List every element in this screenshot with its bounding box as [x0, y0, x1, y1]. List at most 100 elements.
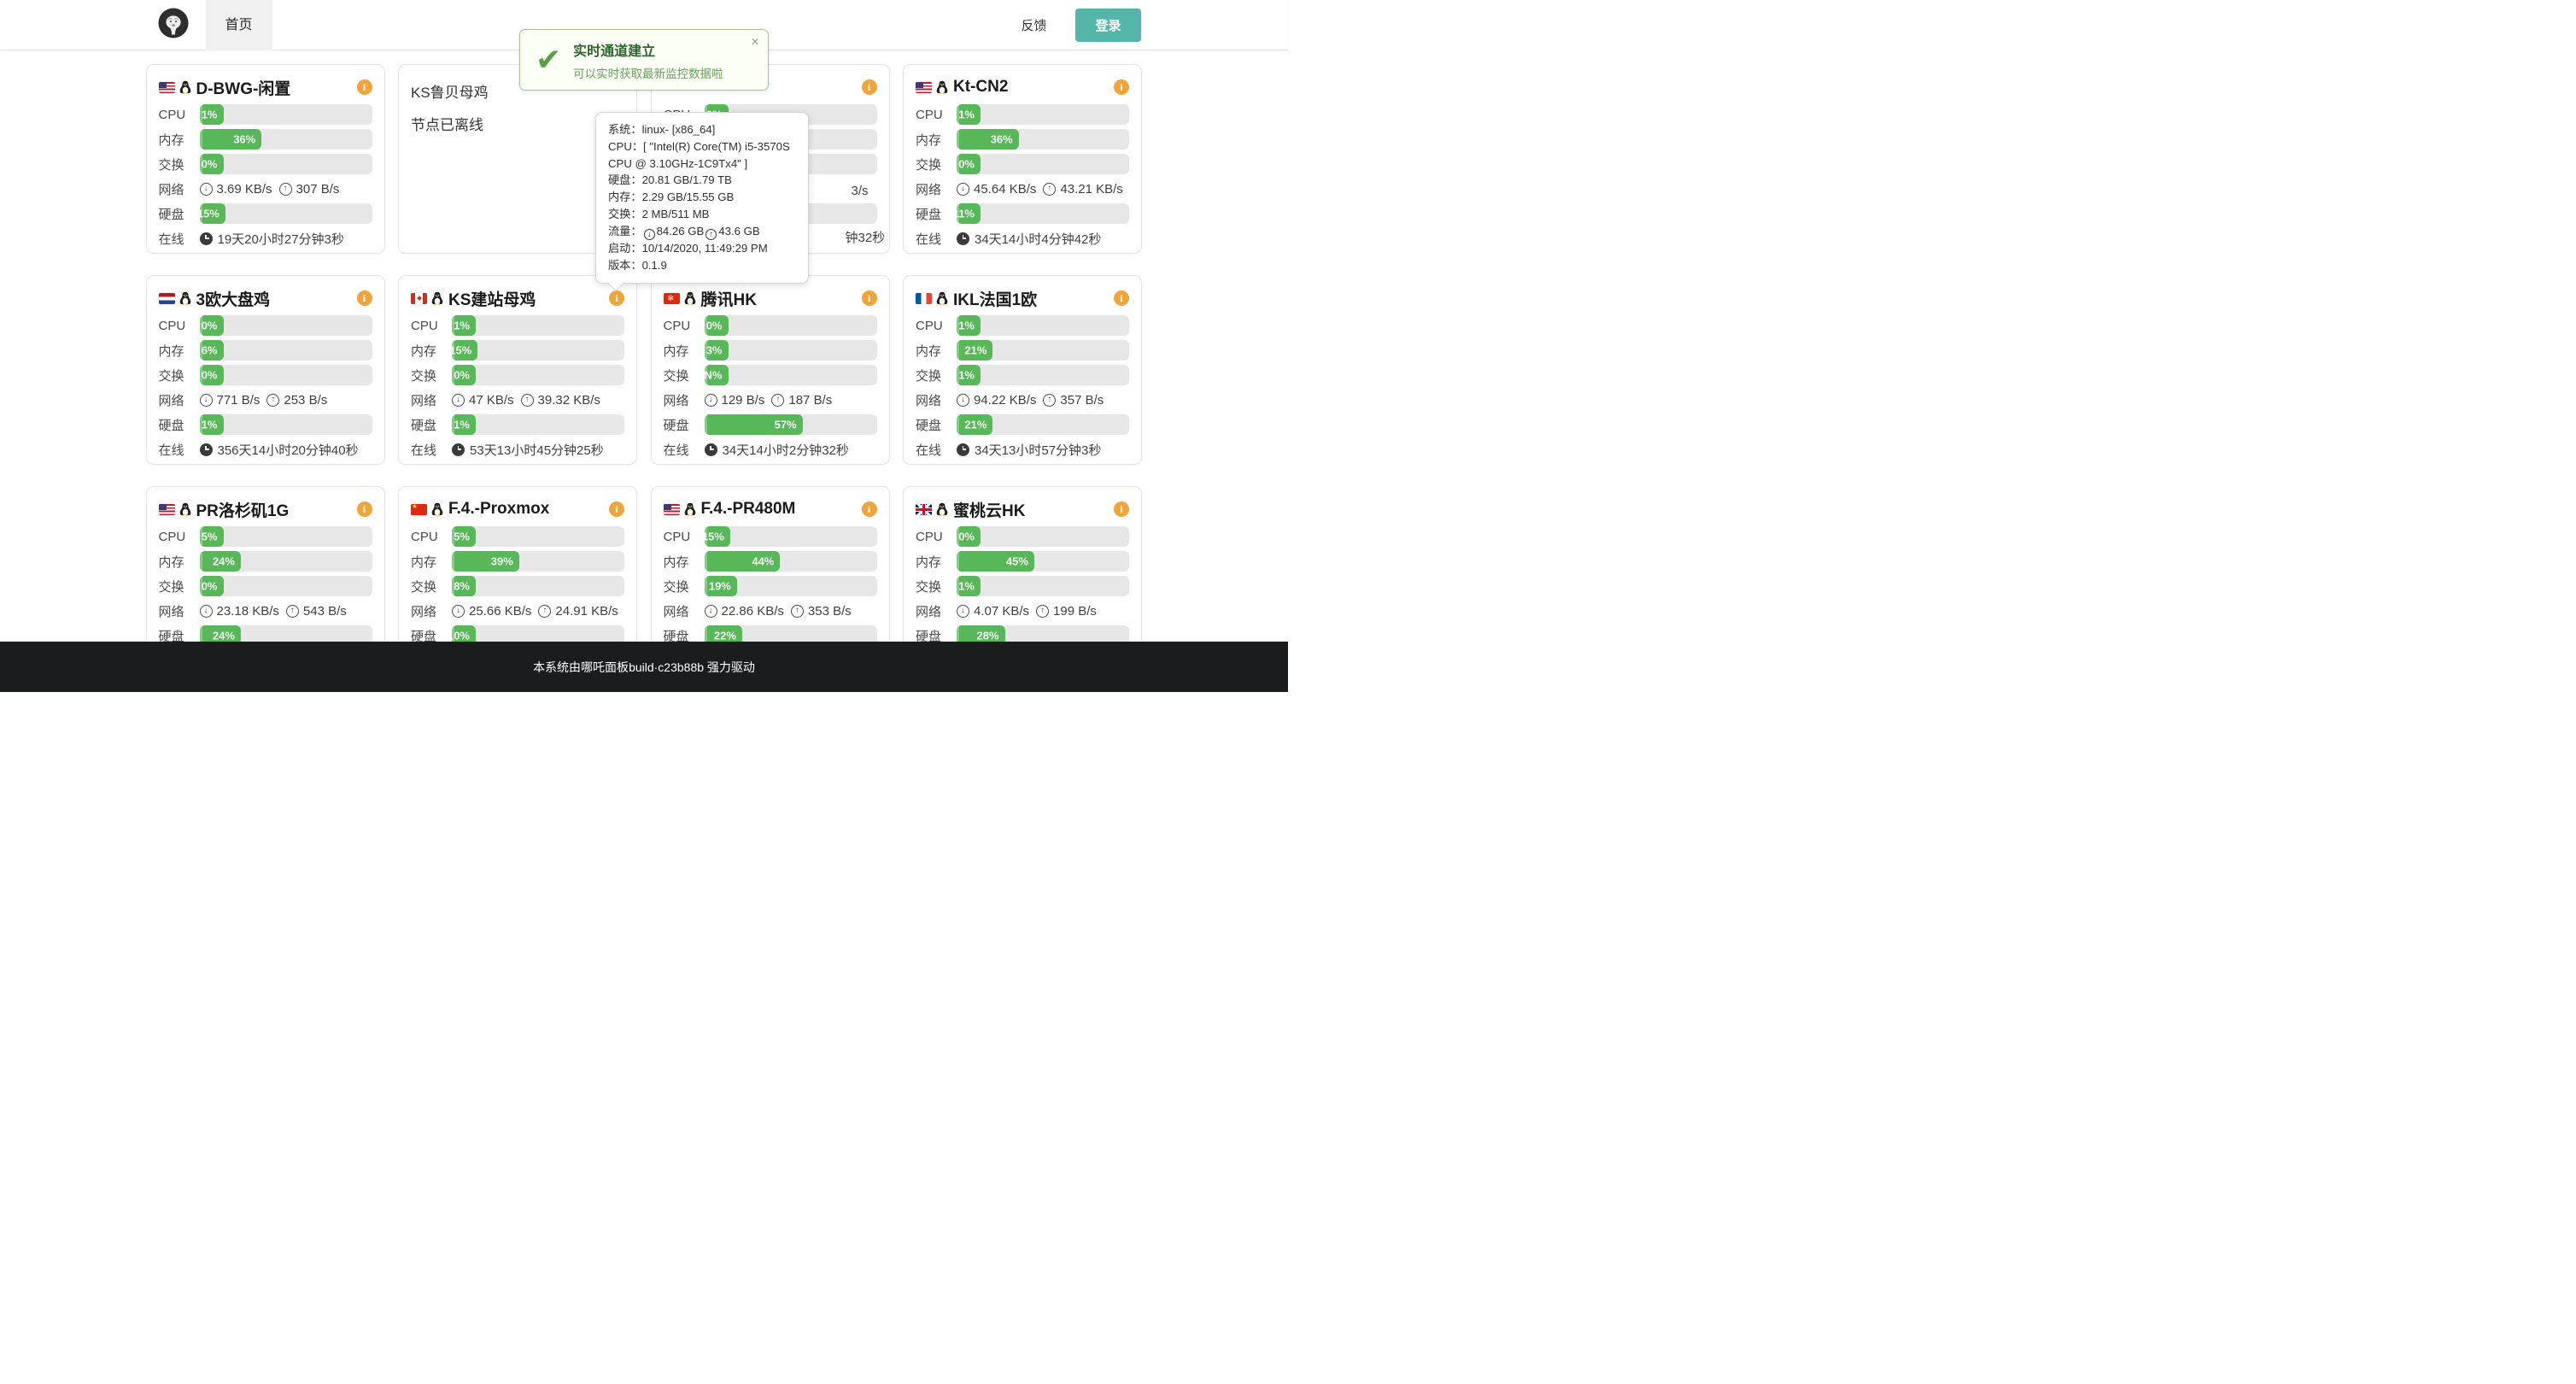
footer: 本系统由 哪吒面板 build·c23b88b 强力驱动 [0, 642, 1288, 692]
info-icon[interactable] [609, 501, 624, 517]
stat-row-cpu: CPU 0% [916, 526, 1129, 547]
uptime-text: 356天14小时20分钟40秒 [218, 441, 359, 459]
swap-progress-track: NaN% [705, 365, 877, 385]
server-card: Kt-CN2 CPU 1% 内存 36% [903, 64, 1142, 254]
nav-feedback-link[interactable]: 反馈 [1021, 16, 1046, 34]
download-arrow-icon [644, 229, 655, 240]
download-speed: 771 B/s [217, 393, 261, 408]
success-toast: ✔ 实时通道建立 可以实时获取最新监控数据啦 ✕ [519, 29, 769, 91]
stat-label-disk: 硬盘 [916, 416, 957, 434]
upload-arrow-icon [791, 605, 804, 618]
stat-row-mem: 内存 6% [159, 340, 372, 361]
traffic-down-value: 84.26 GB [657, 225, 705, 238]
server-card-header: 腾讯HK [664, 286, 877, 310]
stat-row-cpu: CPU 5% [411, 526, 624, 547]
stat-row-cpu: CPU 15% [664, 526, 877, 547]
info-icon[interactable] [1114, 290, 1129, 306]
download-arrow-icon [957, 605, 969, 618]
stat-label-swap: 交换 [159, 578, 200, 595]
server-stats: CPU 1% 内存 36% 交换 0% [916, 104, 1129, 249]
swap-progress-track: 0% [452, 365, 624, 385]
stat-row-mem: 内存 24% [159, 551, 372, 572]
stat-label-net: 网络 [159, 602, 200, 620]
country-flag-icon [916, 82, 932, 93]
login-button[interactable]: 登录 [1075, 9, 1140, 42]
mem-progress-track: 45% [957, 551, 1129, 572]
mem-percent: 24% [213, 555, 235, 568]
swap-progress-bar: 1% [957, 365, 981, 385]
online-duration: 34天13小时57分钟3秒 [957, 441, 1108, 459]
clock-icon [957, 443, 969, 456]
linux-tux-icon [431, 502, 443, 517]
close-icon[interactable]: ✕ [751, 36, 759, 48]
stat-row-net: 网络 94.22 KB/s 357 B/s [916, 390, 1129, 410]
upload-arrow-icon [286, 605, 299, 618]
mem-progress-bar: 44% [705, 551, 781, 572]
download-arrow-icon [957, 394, 969, 407]
stat-label-swap: 交换 [411, 367, 452, 384]
info-icon[interactable] [1114, 501, 1129, 517]
stat-row-swap: 交换 NaN% [664, 365, 877, 385]
info-icon[interactable] [862, 290, 877, 306]
disk-percent: 57% [775, 419, 797, 431]
info-icon[interactable] [1114, 79, 1129, 95]
info-icon[interactable] [357, 501, 372, 517]
network-speeds: 3.69 KB/s 307 B/s [200, 182, 347, 196]
footer-panel-link[interactable]: 哪吒面板 [581, 659, 629, 676]
stat-label-net: 网络 [916, 602, 957, 620]
server-card-header: IKL法国1欧 [916, 286, 1129, 310]
stat-label-swap: 交换 [916, 367, 957, 384]
disk-percent: 24% [213, 630, 235, 642]
swap-percent: 0% [202, 580, 218, 593]
stat-row-disk: 硬盘 57% [664, 414, 877, 435]
stat-label-online: 在线 [159, 230, 200, 248]
mem-progress-track: 39% [452, 551, 624, 572]
disk-progress-bar: 15% [200, 203, 225, 224]
info-icon[interactable] [357, 79, 372, 95]
swap-progress-bar: 0% [200, 154, 224, 174]
cpu-progress-track: 0% [957, 526, 1129, 547]
mem-percent: 36% [233, 133, 255, 146]
swap-progress-bar: 0% [200, 576, 224, 596]
info-icon[interactable] [357, 290, 372, 306]
info-icon[interactable] [609, 290, 624, 306]
network-speeds: 25.66 KB/s 24.91 KB/s [452, 604, 625, 619]
stat-row-cpu: CPU 1% [159, 104, 372, 125]
swap-percent: 8% [454, 580, 470, 593]
cpu-progress-track: 5% [200, 526, 372, 547]
uptime-text: 34天14小时4分钟42秒 [975, 230, 1101, 248]
cpu-progress-bar: 0% [200, 315, 224, 336]
stat-row-mem: 内存 21% [916, 340, 1129, 361]
stat-row-disk: 硬盘 15% [159, 203, 372, 224]
cpu-percent: 15% [705, 531, 724, 543]
info-icon[interactable] [862, 501, 877, 517]
tooltip-value: linux- [x86_64] [642, 123, 716, 136]
stat-row-net: 网络 45.64 KB/s 43.21 KB/s [916, 179, 1129, 199]
server-stats: CPU 1% 内存 15% 交换 0% [411, 315, 624, 460]
nav-tab-home[interactable]: 首页 [206, 0, 272, 50]
stat-label-net: 网络 [916, 180, 957, 198]
stat-row-swap: 交换 8% [411, 576, 624, 596]
stat-row-disk: 硬盘 21% [916, 414, 1129, 435]
stat-row-net: 网络 3.69 KB/s 307 B/s [159, 179, 372, 199]
cpu-percent: 0% [706, 320, 723, 332]
info-icon[interactable] [862, 79, 877, 95]
stat-label-cpu: CPU [411, 319, 452, 333]
download-arrow-icon [957, 183, 969, 196]
server-card-header: KS建站母鸡 [411, 286, 624, 310]
server-stats: CPU 1% 内存 36% 交换 0% [159, 104, 372, 249]
cpu-progress-track: 1% [957, 315, 1129, 336]
disk-progress-track: 1% [452, 414, 624, 435]
upload-speed: 353 B/s [808, 604, 852, 619]
country-flag-icon [159, 82, 175, 93]
stat-row-mem: 内存 36% [916, 129, 1129, 150]
upload-speed: 253 B/s [284, 393, 327, 408]
site-logo[interactable] [158, 8, 189, 43]
disk-percent: 15% [200, 208, 220, 220]
stat-row-net: 网络 25.66 KB/s 24.91 KB/s [411, 601, 624, 621]
stat-label-swap: 交换 [916, 578, 957, 595]
stat-label-online: 在线 [916, 230, 957, 248]
country-flag-icon [159, 293, 175, 304]
download-arrow-icon [452, 605, 465, 618]
cpu-progress-track: 0% [200, 315, 372, 336]
